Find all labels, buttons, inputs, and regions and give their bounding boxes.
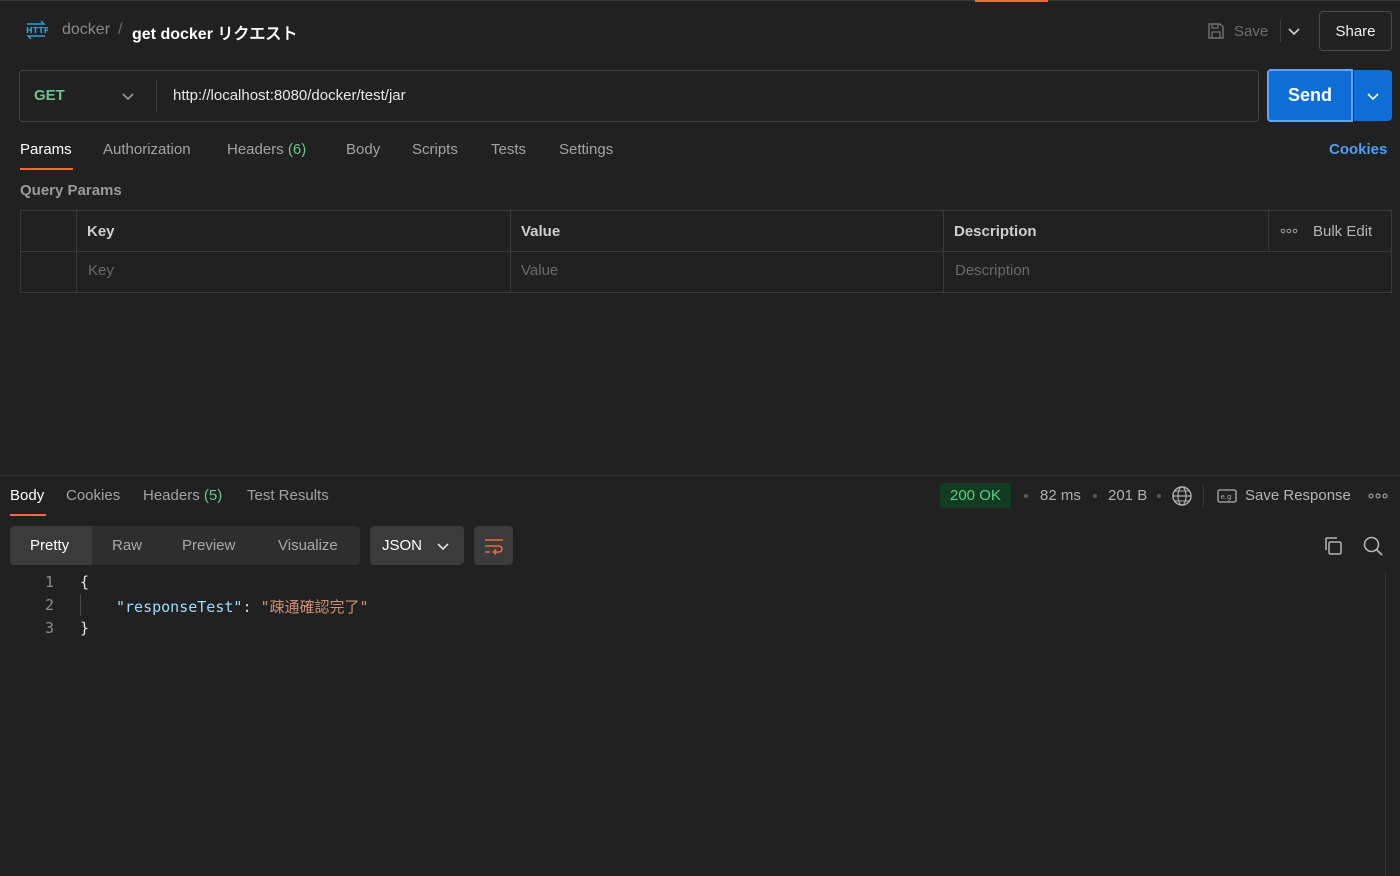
key-input[interactable]: Key (88, 262, 114, 279)
meta-separator (1157, 494, 1161, 498)
bulk-edit-button[interactable]: Bulk Edit (1313, 223, 1372, 240)
language-select[interactable]: JSON (370, 526, 464, 565)
meta-separator (1093, 494, 1097, 498)
svg-text:e.g: e.g (1221, 493, 1232, 501)
response-tab-body[interactable]: Body (10, 487, 44, 504)
save-response-button[interactable]: e.g Save Response (1217, 487, 1351, 504)
breadcrumb-collection[interactable]: docker (62, 21, 110, 39)
code-close-brace[interactable]: } (80, 619, 89, 637)
svg-text:HTTP: HTTP (26, 26, 48, 35)
share-button[interactable]: Share (1319, 11, 1392, 51)
line-number: 3 (44, 619, 54, 637)
json-string-value: "疎通確認完了" (260, 598, 369, 616)
headers-count-badge: (6) (287, 141, 307, 158)
response-time[interactable]: 82 ms (1040, 487, 1081, 504)
more-options-icon[interactable] (1280, 226, 1298, 236)
table-column-divider (943, 210, 944, 293)
search-icon[interactable] (1362, 535, 1384, 557)
tab-tests[interactable]: Tests (491, 141, 526, 158)
indent-guide (80, 594, 81, 616)
json-key: "responseTest" (116, 598, 243, 616)
tab-scripts[interactable]: Scripts (412, 141, 458, 158)
table-column-divider (76, 210, 77, 293)
request-title[interactable]: get docker リクエスト (132, 20, 297, 44)
view-mode-preview[interactable]: Preview (182, 537, 235, 554)
wrap-lines-icon (484, 538, 503, 555)
value-input[interactable]: Value (521, 262, 558, 279)
method-divider (156, 80, 157, 112)
window-top-border (0, 0, 1400, 1)
code-line[interactable]: "responseTest": "疎通確認完了" (116, 596, 369, 617)
editor-scrollbar[interactable] (1385, 571, 1400, 876)
column-header-description: Description (954, 223, 1037, 240)
line-number: 1 (44, 573, 54, 591)
wrap-lines-button[interactable] (474, 526, 513, 565)
response-headers-count-badge: (5) (203, 487, 223, 504)
url-input[interactable]: http://localhost:8080/docker/test/jar (173, 87, 406, 104)
tab-authorization[interactable]: Authorization (103, 141, 191, 158)
response-tab-headers[interactable]: Headers (5) (143, 487, 222, 504)
chevron-down-icon[interactable] (120, 88, 136, 104)
save-button[interactable]: Save (1206, 18, 1268, 44)
active-tab-indicator (975, 0, 1048, 2)
json-colon: : (242, 598, 252, 616)
view-mode-pretty[interactable]: Pretty (30, 537, 69, 554)
table-column-divider (1268, 210, 1269, 251)
view-mode-raw[interactable]: Raw (112, 537, 142, 554)
save-options-button[interactable] (1283, 18, 1305, 44)
response-tab-body-underline (10, 514, 46, 516)
language-select-value: JSON (382, 537, 423, 554)
globe-icon[interactable] (1171, 485, 1193, 507)
breadcrumb-separator: / (118, 21, 123, 38)
code-open-brace[interactable]: { (80, 573, 89, 591)
column-header-key: Key (87, 223, 115, 240)
description-input[interactable]: Description (955, 262, 1030, 279)
status-badge[interactable]: 200 OK (940, 483, 1011, 508)
chevron-down-icon (437, 542, 449, 550)
copy-icon[interactable] (1322, 535, 1344, 557)
save-icon (1208, 23, 1224, 39)
more-options-icon[interactable] (1368, 491, 1388, 501)
chevron-down-icon (1367, 92, 1379, 100)
save-divider (1280, 20, 1281, 42)
tab-params-underline (20, 168, 73, 170)
response-tab-test-results[interactable]: Test Results (247, 487, 329, 504)
cookies-link[interactable]: Cookies (1329, 141, 1387, 158)
view-mode-visualize[interactable]: Visualize (278, 537, 338, 554)
meta-divider (1203, 485, 1204, 507)
response-tab-cookies[interactable]: Cookies (66, 487, 120, 504)
meta-separator (1024, 494, 1028, 498)
method-selector[interactable]: GET (34, 87, 65, 104)
tab-headers-label: Headers (227, 141, 284, 158)
tab-body[interactable]: Body (346, 141, 380, 158)
send-button[interactable]: Send (1267, 69, 1353, 122)
response-size[interactable]: 201 B (1108, 487, 1147, 504)
save-label: Save (1234, 22, 1269, 40)
tab-params[interactable]: Params (20, 141, 72, 158)
table-column-divider (510, 210, 511, 293)
response-pane-divider[interactable] (0, 475, 1400, 476)
save-response-label: Save Response (1245, 487, 1351, 504)
chevron-down-icon (1288, 28, 1300, 36)
query-params-title: Query Params (20, 182, 122, 199)
tab-headers[interactable]: Headers (6) (227, 141, 306, 158)
example-icon: e.g (1217, 488, 1237, 503)
send-options-button[interactable] (1354, 70, 1392, 121)
column-header-value: Value (521, 223, 561, 240)
response-tab-headers-label: Headers (143, 487, 200, 504)
tab-settings[interactable]: Settings (559, 141, 613, 158)
table-divider (20, 251, 1392, 252)
http-request-icon: HTTP (26, 20, 48, 40)
line-number: 2 (44, 596, 54, 614)
